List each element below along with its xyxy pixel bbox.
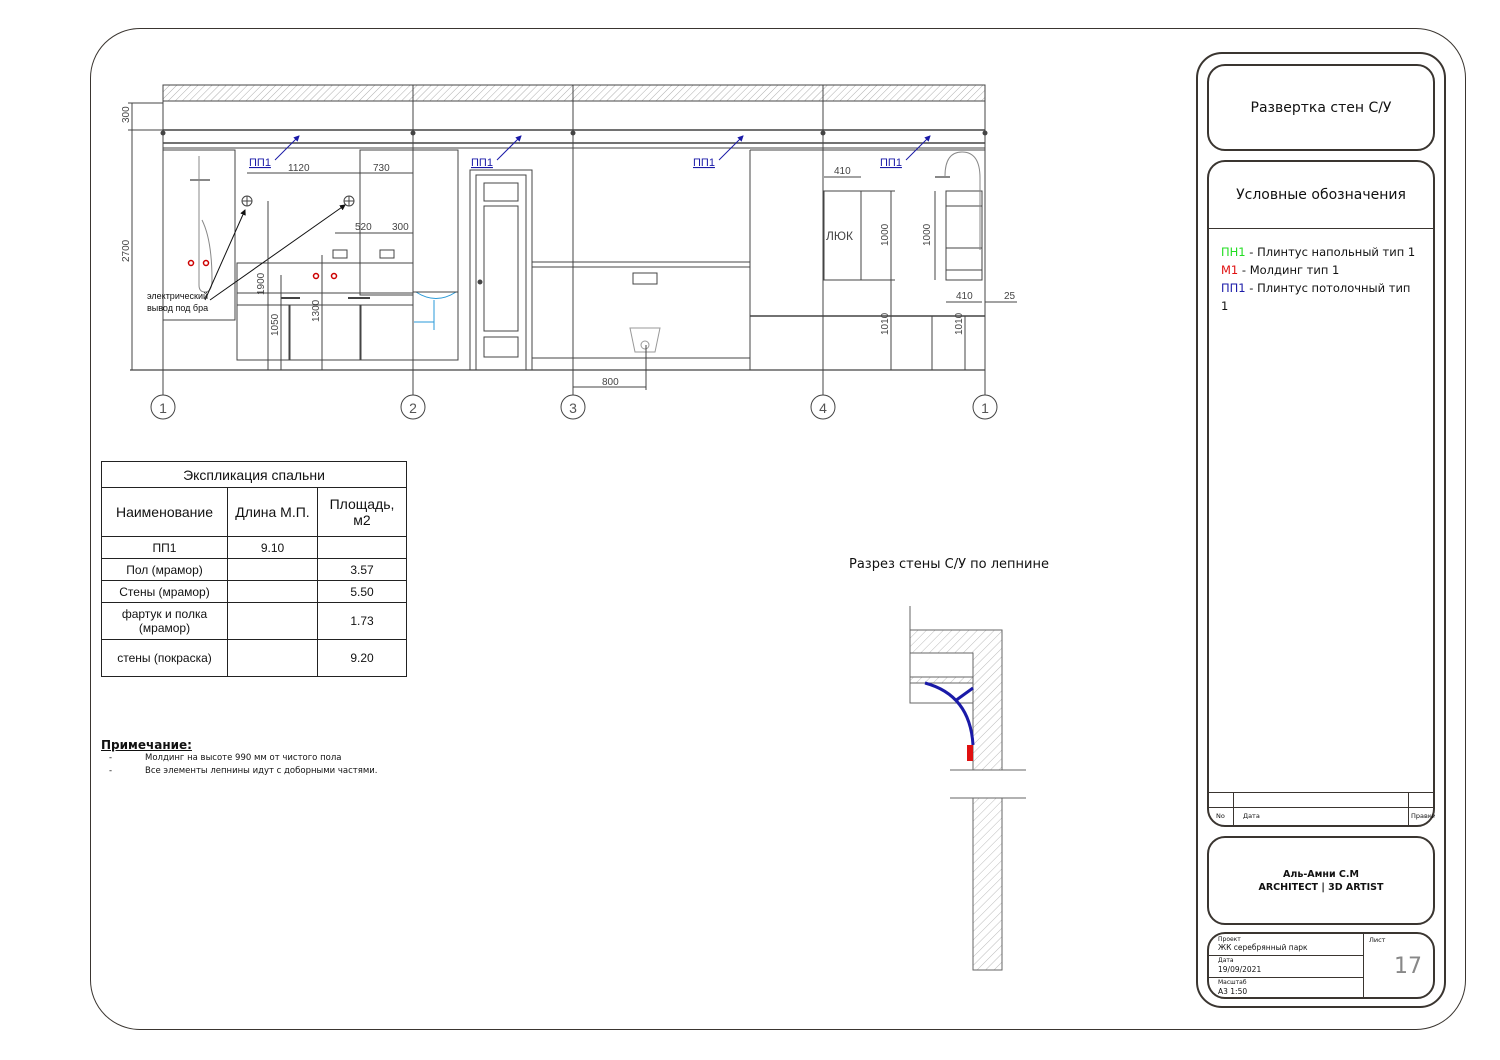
cell: 9.10 bbox=[227, 536, 318, 559]
legend-code: ПН1 bbox=[1221, 245, 1246, 259]
hatch-label: ЛЮК bbox=[826, 229, 853, 243]
dimension: 520 bbox=[355, 222, 372, 233]
legend: Условные обозначения ПН1 - Плинтус напол… bbox=[1207, 160, 1435, 827]
cell: 3.57 bbox=[317, 558, 407, 581]
legend-code: М1 bbox=[1221, 263, 1239, 277]
dimension: 1120 bbox=[288, 163, 310, 174]
cell: 9.20 bbox=[317, 639, 407, 677]
legend-code: ПП1 bbox=[1221, 281, 1246, 295]
cell bbox=[317, 536, 407, 559]
axis-label: 4 bbox=[819, 400, 827, 416]
section-drawing bbox=[909, 606, 1026, 971]
cell: ПП1 bbox=[101, 536, 228, 559]
scale-label: Масштаб bbox=[1218, 979, 1247, 986]
cell: фартук и полка (мрамор) bbox=[101, 602, 228, 640]
column-header: Наименование bbox=[101, 487, 228, 537]
project-name: ЖК серебрянный парк bbox=[1218, 943, 1308, 952]
dimension: 1000 bbox=[922, 223, 933, 246]
table-title: Экспликация спальни bbox=[101, 461, 407, 488]
axis-label: 2 bbox=[409, 400, 417, 416]
axis-label: 1 bbox=[159, 400, 167, 416]
dimension: 1300 bbox=[311, 299, 322, 322]
legend-text: - Плинтус напольный тип 1 bbox=[1245, 245, 1416, 259]
revision-date: Дата bbox=[1243, 812, 1260, 820]
author-role: ARCHITECT | 3D ARTIST bbox=[1258, 881, 1384, 893]
date-label: Дата bbox=[1218, 957, 1234, 964]
cell: стены (покраска) bbox=[101, 639, 228, 677]
section-title: Разрез стены С/У по лепнине bbox=[849, 557, 1049, 572]
electric-outlet-note: вывод под бра bbox=[147, 303, 208, 313]
column-header: Длина М.П. bbox=[227, 487, 318, 537]
author-name: Аль-Амни С.М bbox=[1283, 868, 1359, 880]
legend-title: Условные обозначения bbox=[1209, 162, 1433, 229]
legend-item: ПН1 - Плинтус напольный тип 1 bbox=[1221, 243, 1421, 261]
dimension: 300 bbox=[121, 106, 132, 123]
wall-elevation: ПП1 ПП1 ПП1 ПП1 электрический вывод под … bbox=[121, 84, 1017, 420]
notes: Примечание: - Молдинг на высоте 990 мм от… bbox=[101, 738, 378, 776]
dimension: 2700 bbox=[121, 239, 132, 262]
dimension: 800 bbox=[602, 377, 619, 388]
note-item: Все элементы лепнины идут с доборными ча… bbox=[145, 766, 378, 776]
electric-outlet-note: электрический bbox=[147, 291, 208, 301]
dimension: 1050 bbox=[270, 313, 281, 336]
table-row: ПП1 9.10 bbox=[101, 536, 407, 559]
author-block: Аль-Амни С.М ARCHITECT | 3D ARTIST bbox=[1207, 836, 1435, 925]
dimension: 1010 bbox=[880, 312, 891, 335]
project-info: Проект ЖК серебрянный парк Дата 19/09/20… bbox=[1207, 932, 1435, 999]
revision-no: No bbox=[1216, 812, 1225, 820]
cell: 5.50 bbox=[317, 580, 407, 603]
legend-text: - Плинтус потолочный тип 1 bbox=[1221, 281, 1411, 313]
legend-text: - Молдинг тип 1 bbox=[1238, 263, 1340, 277]
pp1-label: ПП1 bbox=[249, 157, 271, 169]
table-row: Стены (мрамор) 5.50 bbox=[101, 580, 407, 603]
dimension: 1900 bbox=[256, 272, 267, 295]
dimension: 730 bbox=[373, 163, 390, 174]
dimension: 410 bbox=[956, 291, 973, 302]
scale-value: А3 1:50 bbox=[1218, 987, 1248, 996]
date-value: 19/09/2021 bbox=[1218, 965, 1262, 974]
dimension: 300 bbox=[392, 222, 409, 233]
project-label: Проект bbox=[1218, 936, 1241, 943]
pp1-label: ПП1 bbox=[471, 157, 493, 169]
note-item: Молдинг на высоте 990 мм от чистого пола bbox=[145, 753, 342, 763]
table-row: стены (покраска) 9.20 bbox=[101, 639, 407, 677]
sheet-title: Развертка стен С/У bbox=[1207, 64, 1435, 151]
dimension: 1000 bbox=[880, 223, 891, 246]
cell: Пол (мрамор) bbox=[101, 558, 228, 581]
cell: 1.73 bbox=[317, 602, 407, 640]
revision-changes: Правки bbox=[1411, 812, 1435, 820]
column-header: Площадь, м2 bbox=[317, 487, 407, 537]
table-row: Пол (мрамор) 3.57 bbox=[101, 558, 407, 581]
table-row: фартук и полка (мрамор) 1.73 bbox=[101, 602, 407, 640]
cell bbox=[227, 602, 318, 640]
dimension: 25 bbox=[1004, 291, 1016, 302]
pp1-label: ПП1 bbox=[693, 157, 715, 169]
dimension: 1010 bbox=[954, 312, 965, 335]
revision-table: No Дата Правки bbox=[1209, 792, 1435, 825]
pp1-label: ПП1 bbox=[880, 157, 902, 169]
explication-table: Экспликация спальни Наименование Длина М… bbox=[101, 461, 407, 677]
cell bbox=[227, 580, 318, 603]
molding-profile bbox=[967, 745, 973, 761]
slab-hatch bbox=[162, 84, 986, 102]
sheet-label: Лист bbox=[1369, 936, 1386, 944]
cell bbox=[227, 558, 318, 581]
sheet-number: 17 bbox=[1394, 954, 1422, 979]
legend-item: М1 - Молдинг тип 1 bbox=[1221, 261, 1421, 279]
axis-label: 3 bbox=[569, 400, 577, 416]
legend-item: ПП1 - Плинтус потолочный тип 1 bbox=[1221, 279, 1421, 315]
cell bbox=[227, 639, 318, 677]
notes-title: Примечание: bbox=[101, 738, 192, 752]
axis-labels: 1 2 3 4 1 bbox=[159, 400, 989, 416]
dimension: 410 bbox=[834, 166, 851, 177]
cell: Стены (мрамор) bbox=[101, 580, 228, 603]
axis-label: 1 bbox=[981, 400, 989, 416]
